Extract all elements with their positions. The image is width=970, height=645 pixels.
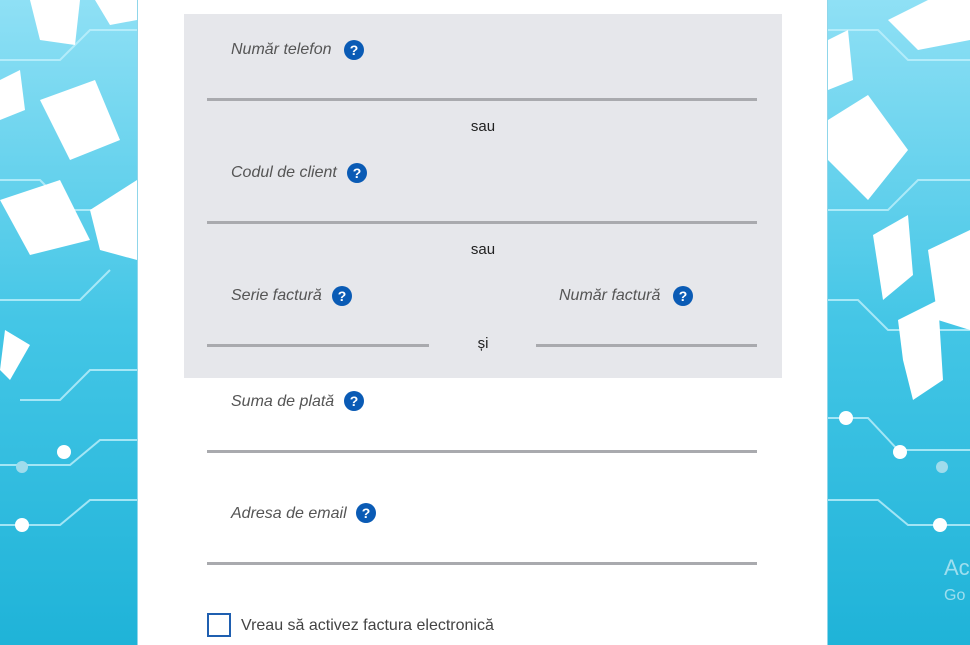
payment-form-card: Număr telefon ? sau Codul de client ? sa… bbox=[137, 0, 828, 645]
watermark-line1: Ac bbox=[944, 555, 970, 580]
e-invoice-label[interactable]: Vreau să activez factura electronică bbox=[241, 617, 494, 635]
invoice-number-input[interactable] bbox=[536, 344, 757, 347]
email-input[interactable] bbox=[207, 562, 757, 565]
phone-help-icon[interactable]: ? bbox=[344, 40, 364, 60]
phone-input[interactable] bbox=[207, 98, 757, 101]
right-background-decoration: Ac Go bbox=[828, 0, 970, 645]
left-background-decoration bbox=[0, 0, 137, 645]
invoice-series-label: Serie factură bbox=[231, 287, 322, 304]
email-label: Adresa de email bbox=[231, 505, 347, 522]
email-help-icon[interactable]: ? bbox=[356, 503, 376, 523]
amount-help-icon[interactable]: ? bbox=[344, 391, 364, 411]
separator-or-2: sau bbox=[470, 241, 496, 258]
amount-input[interactable] bbox=[207, 450, 757, 453]
e-invoice-checkbox[interactable] bbox=[207, 613, 231, 637]
invoice-series-help-icon[interactable]: ? bbox=[332, 286, 352, 306]
client-code-input[interactable] bbox=[207, 221, 757, 224]
invoice-number-label: Număr factură bbox=[559, 287, 661, 304]
phone-label: Număr telefon bbox=[231, 41, 332, 58]
amount-label: Suma de plată bbox=[231, 393, 335, 410]
client-code-label: Codul de client bbox=[231, 164, 337, 181]
identification-panel: Număr telefon ? sau Codul de client ? sa… bbox=[184, 14, 782, 378]
client-code-help-icon[interactable]: ? bbox=[347, 163, 367, 183]
separator-or-1: sau bbox=[470, 118, 496, 135]
invoice-number-help-icon[interactable]: ? bbox=[673, 286, 693, 306]
watermark-line2: Go bbox=[944, 587, 966, 604]
invoice-series-input[interactable] bbox=[207, 344, 429, 347]
and-label: și bbox=[477, 335, 489, 352]
